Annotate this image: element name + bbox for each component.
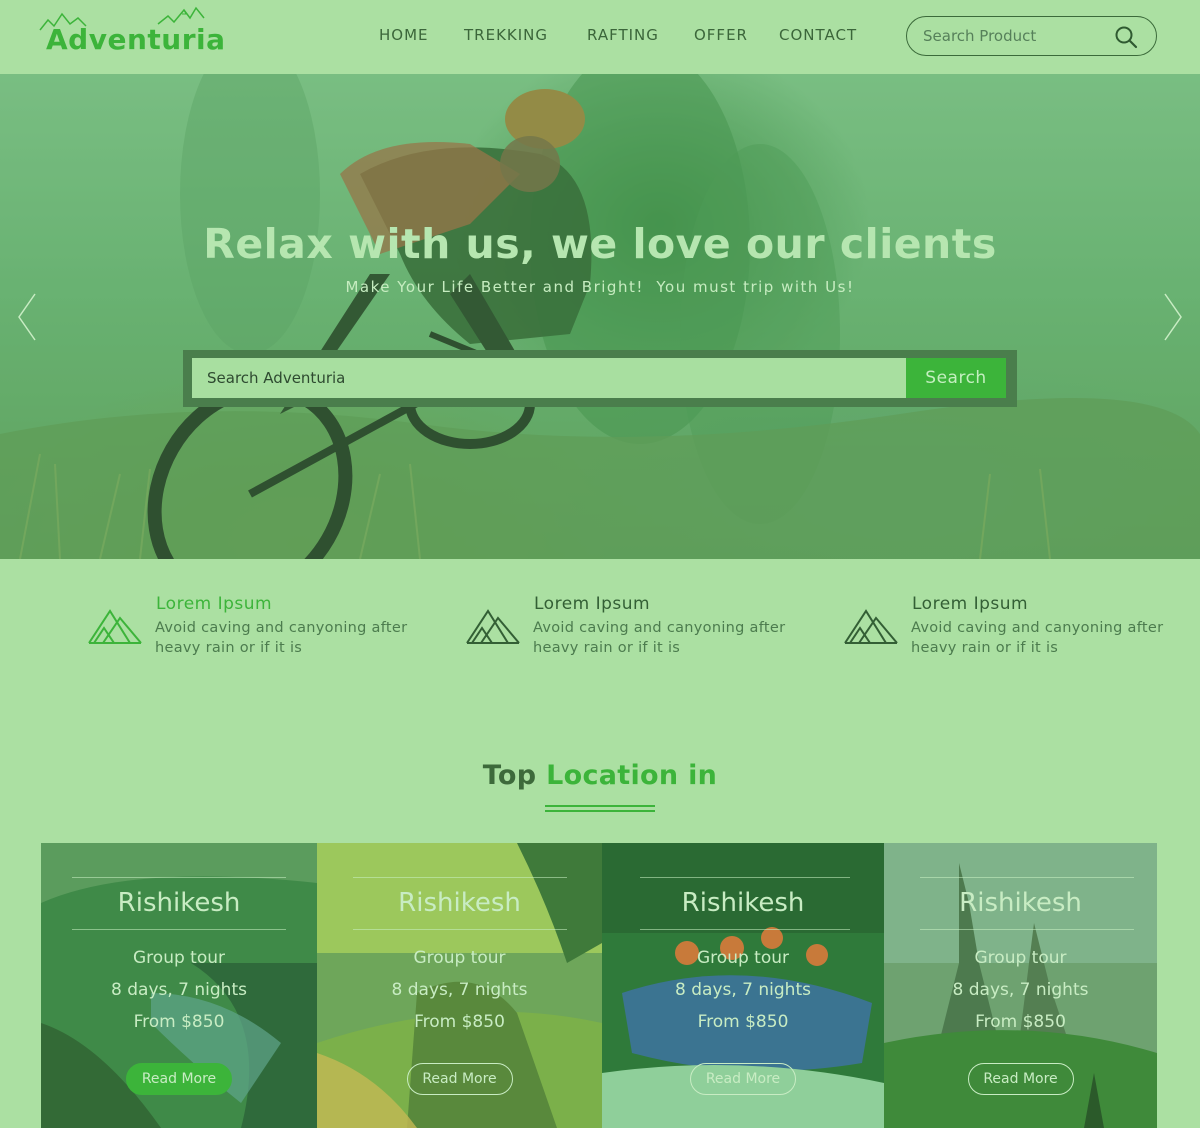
- feature-text: Avoid caving and canyoning after heavy r…: [155, 620, 408, 656]
- location-tour: Group tour: [133, 948, 225, 968]
- mountain-icon: [844, 609, 898, 644]
- location-card: Rishikesh Group tour 8 days, 7 nights Fr…: [602, 843, 884, 1128]
- card-divider: [72, 929, 286, 930]
- hero-search-button[interactable]: Search: [906, 358, 1006, 398]
- hero-background-image: [0, 74, 1200, 559]
- location-duration: 8 days, 7 nights: [391, 980, 528, 1000]
- product-search: [906, 16, 1157, 56]
- location-price: From $850: [697, 1012, 789, 1032]
- hero-banner: Relax with us, we love our clients Make …: [0, 74, 1200, 559]
- hero-subtitle: Make Your Life Better and Bright! You mu…: [345, 278, 855, 296]
- search-icon[interactable]: [1114, 25, 1138, 49]
- product-search-input[interactable]: [923, 25, 1113, 47]
- location-card: Rishikesh Group tour 8 days, 7 nights Fr…: [317, 843, 602, 1128]
- card-divider: [640, 929, 850, 930]
- location-duration: 8 days, 7 nights: [952, 980, 1089, 1000]
- location-tour: Group tour: [974, 948, 1067, 968]
- read-more-button[interactable]: Read More: [690, 1063, 796, 1095]
- brand-name: Adventuria: [46, 23, 226, 56]
- location-name: Rishikesh: [398, 888, 521, 918]
- chevron-left-icon[interactable]: [16, 292, 38, 342]
- brand-logo[interactable]: Adventuria: [38, 4, 225, 60]
- location-duration: 8 days, 7 nights: [111, 980, 247, 1000]
- location-name: Rishikesh: [117, 888, 241, 918]
- title-underline: [545, 810, 655, 812]
- feature-text: Avoid caving and canyoning after heavy r…: [911, 620, 1164, 656]
- location-card: Rishikesh Group tour 8 days, 7 nights Fr…: [41, 843, 317, 1128]
- nav-item-rafting[interactable]: RAFTING: [587, 26, 659, 44]
- card-divider: [920, 929, 1134, 930]
- mountain-icon: [466, 609, 520, 644]
- location-tour: Group tour: [413, 948, 506, 968]
- location-price: From $850: [414, 1012, 505, 1032]
- mountain-icon: [88, 609, 142, 644]
- location-duration: 8 days, 7 nights: [675, 980, 811, 1000]
- nav-item-offer[interactable]: OFFER: [694, 26, 748, 44]
- card-divider: [640, 877, 850, 878]
- card-divider: [353, 929, 567, 930]
- card-divider: [72, 877, 286, 878]
- feature-text: Avoid caving and canyoning after heavy r…: [533, 620, 786, 656]
- hero-search-bar: Search: [183, 350, 1017, 407]
- feature-title: Lorem Ipsum: [912, 594, 1029, 614]
- card-divider: [353, 877, 567, 878]
- location-price: From $850: [133, 1012, 225, 1032]
- section-title-part1: Top: [482, 760, 547, 791]
- location-name: Rishikesh: [959, 888, 1082, 918]
- section-title-part2: Location in: [546, 760, 718, 791]
- read-more-button[interactable]: Read More: [126, 1063, 232, 1095]
- location-price: From $850: [975, 1012, 1066, 1032]
- nav-item-contact[interactable]: CONTACT: [779, 26, 857, 44]
- feature-title: Lorem Ipsum: [534, 594, 651, 614]
- hero-title: Relax with us, we love our clients: [203, 220, 997, 268]
- read-more-button[interactable]: Read More: [406, 1063, 513, 1095]
- location-card: Rishikesh Group tour 8 days, 7 nights Fr…: [884, 843, 1157, 1128]
- feature-title: Lorem Ipsum: [156, 594, 273, 614]
- location-tour: Group tour: [697, 948, 789, 968]
- nav-item-trekking[interactable]: TREKKING: [464, 26, 548, 44]
- feature-item: Lorem Ipsum Avoid caving and canyoning a…: [466, 594, 796, 664]
- section-title: Top Location in: [0, 760, 1200, 791]
- nav-item-home[interactable]: HOME: [379, 26, 429, 44]
- chevron-right-icon[interactable]: [1162, 292, 1184, 342]
- site-header: Adventuria HOME TREKKING RAFTING OFFER C…: [0, 0, 1200, 74]
- feature-item: Lorem Ipsum Avoid caving and canyoning a…: [844, 594, 1174, 664]
- location-name: Rishikesh: [681, 888, 805, 918]
- card-divider: [920, 877, 1134, 878]
- feature-item: Lorem Ipsum Avoid caving and canyoning a…: [88, 594, 418, 664]
- read-more-button[interactable]: Read More: [967, 1063, 1074, 1095]
- hero-search-input[interactable]: [192, 358, 906, 398]
- title-underline: [545, 805, 655, 807]
